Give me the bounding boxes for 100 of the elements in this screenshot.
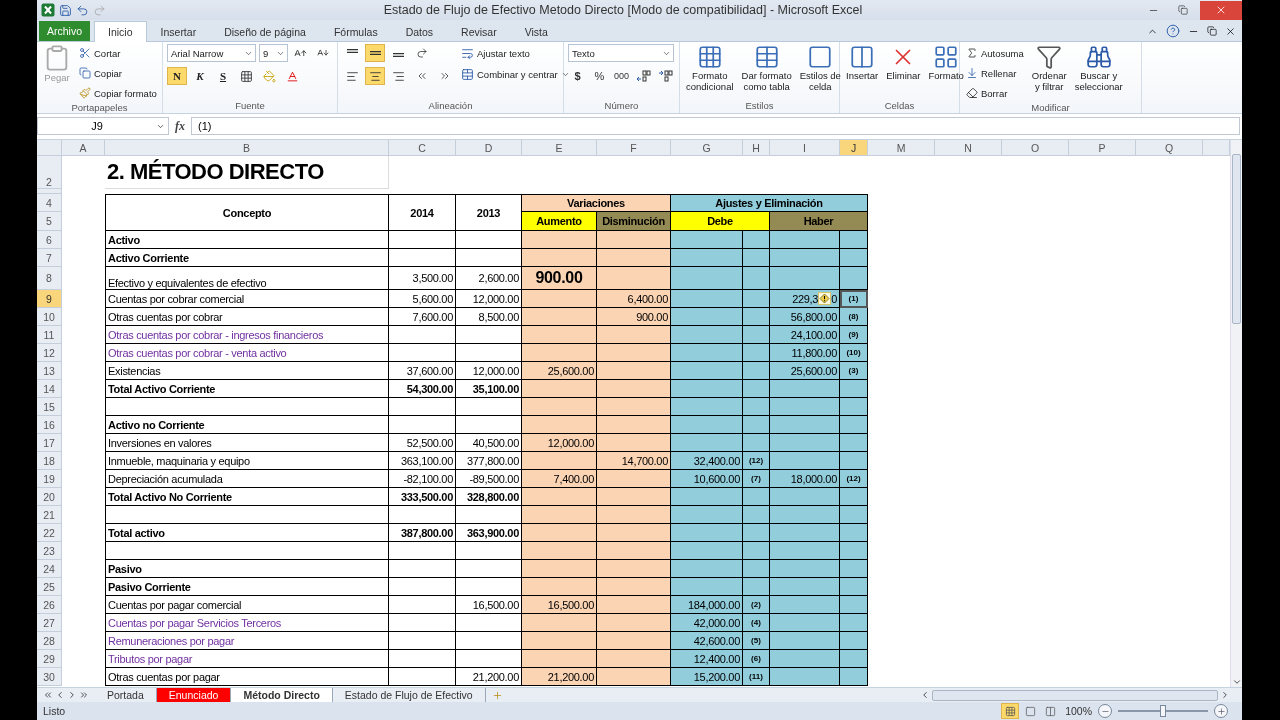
row-header[interactable]: 13 xyxy=(37,362,62,380)
close-button[interactable] xyxy=(1200,0,1242,20)
column-header[interactable]: I xyxy=(770,140,840,156)
row-header[interactable]: 5 xyxy=(37,212,62,231)
row-header[interactable]: 27 xyxy=(37,614,62,632)
ribbon-tab[interactable]: Datos xyxy=(391,21,448,42)
cells-button[interactable]: Eliminar xyxy=(884,44,923,100)
thousands-button[interactable]: 000 xyxy=(612,67,631,85)
row-header[interactable]: 17 xyxy=(37,434,62,452)
row-header[interactable]: 23 xyxy=(37,542,62,560)
copy-button[interactable]: Copiar xyxy=(77,64,159,82)
name-box[interactable]: J9 xyxy=(37,117,169,135)
row-header[interactable]: 6 xyxy=(37,231,62,249)
ribbon-tab[interactable]: Revisar xyxy=(447,21,511,42)
column-header[interactable]: B xyxy=(105,140,389,156)
table-cell: 387,800.00 xyxy=(389,524,456,542)
column-header[interactable]: C xyxy=(389,140,456,156)
zoom-slider-thumb[interactable] xyxy=(1160,705,1166,717)
column-header[interactable]: A xyxy=(62,140,105,156)
row-header[interactable]: 11 xyxy=(37,326,62,344)
warning-icon[interactable] xyxy=(818,292,832,305)
sheet-tab[interactable]: Enunciado xyxy=(156,687,232,702)
row-header[interactable]: 9 xyxy=(37,290,62,308)
function-label[interactable]: fx xyxy=(175,118,185,134)
font-name-field[interactable]: Arial Narrow xyxy=(167,44,257,62)
row-header[interactable]: 2 xyxy=(37,156,62,189)
table-header: 2013 xyxy=(456,194,522,231)
row-header[interactable]: 25 xyxy=(37,578,62,596)
horizontal-scrollbar[interactable] xyxy=(932,689,1218,701)
view-button[interactable] xyxy=(1001,703,1020,719)
sheet-tab[interactable]: Estado de Flujo de Efectivo xyxy=(332,687,486,702)
row-header[interactable]: 21 xyxy=(37,506,62,524)
row-header[interactable]: 18 xyxy=(37,452,62,470)
group-label: Celdas xyxy=(883,100,916,113)
scrollbar-thumb[interactable] xyxy=(1232,154,1241,324)
format-painter-button[interactable]: Copiar formato xyxy=(77,84,159,102)
formula-field[interactable]: (1) xyxy=(191,117,1240,135)
cells-button[interactable]: Formato xyxy=(926,44,966,100)
row-header[interactable]: 26 xyxy=(37,596,62,614)
table-cell: Pasivo xyxy=(105,560,389,578)
bold-button[interactable]: N xyxy=(167,67,187,85)
column-header[interactable]: F xyxy=(597,140,671,156)
zoom-out-button[interactable] xyxy=(1098,704,1112,718)
column-header[interactable]: M xyxy=(868,140,935,156)
row-header[interactable]: 7 xyxy=(37,249,62,267)
column-header[interactable]: G xyxy=(671,140,743,156)
zoom-in-button[interactable] xyxy=(1214,704,1228,718)
percent-button[interactable]: % xyxy=(590,67,609,85)
row-header[interactable]: 24 xyxy=(37,560,62,578)
table-cell: (12) xyxy=(743,452,770,470)
horizontal-align-button[interactable] xyxy=(365,67,385,85)
column-header[interactable]: D xyxy=(456,140,522,156)
clear-button[interactable]: Borrar xyxy=(964,84,1026,102)
row-header[interactable]: 22 xyxy=(37,524,62,542)
row-header[interactable]: 15 xyxy=(37,398,62,416)
column-header[interactable]: E xyxy=(522,140,597,156)
row-header[interactable]: 20 xyxy=(37,488,62,506)
ribbon-tab[interactable]: Insertar xyxy=(146,21,211,42)
row-header[interactable]: 30 xyxy=(37,668,62,686)
ribbon-tab[interactable]: Diseño de página xyxy=(210,21,320,42)
vertical-scrollbar[interactable] xyxy=(1230,140,1242,687)
italic-button[interactable]: K xyxy=(190,67,210,85)
sheet-tab[interactable]: Método Directo xyxy=(231,687,333,702)
styles-button[interactable]: Formato condicional xyxy=(684,44,736,100)
align-icon xyxy=(368,69,382,83)
row-header[interactable]: 10 xyxy=(37,308,62,326)
column-header[interactable]: N xyxy=(935,140,1002,156)
column-header[interactable]: J xyxy=(840,140,868,156)
cells-button[interactable]: Insertar xyxy=(844,44,881,100)
cut-button[interactable]: Cortar xyxy=(77,44,159,62)
fill-button[interactable]: Rellenar xyxy=(964,64,1026,82)
row-header[interactable]: 12 xyxy=(37,344,62,362)
increase-decimal-button[interactable] xyxy=(634,67,653,85)
underline-button[interactable]: S xyxy=(213,67,233,85)
sort-filter-button[interactable]: Ordenar y filtrar xyxy=(1029,44,1069,102)
row-header[interactable]: 29 xyxy=(37,650,62,668)
font-size-field[interactable]: 9 xyxy=(259,44,289,62)
autosum-button[interactable]: Autosuma xyxy=(964,44,1026,62)
column-header[interactable]: O xyxy=(1002,140,1069,156)
row-header[interactable]: 4 xyxy=(37,194,62,212)
ribbon-tab[interactable]: Vista xyxy=(510,21,562,42)
zoom-level[interactable]: 100% xyxy=(1065,705,1092,717)
ribbon-tab[interactable]: Inicio xyxy=(94,21,147,42)
file-tab[interactable]: Archivo xyxy=(39,21,90,41)
styles-button[interactable]: Dar formato como tabla xyxy=(739,44,794,100)
row-header[interactable]: 8 xyxy=(37,267,62,290)
row-header[interactable]: 14 xyxy=(37,380,62,398)
ribbon-tab[interactable]: Fórmulas xyxy=(319,21,392,42)
column-header[interactable]: Q xyxy=(1136,140,1203,156)
column-header[interactable]: H xyxy=(743,140,770,156)
vertical-align-button[interactable] xyxy=(365,44,385,62)
row-header[interactable]: 16 xyxy=(37,416,62,434)
number-format-field[interactable]: Texto xyxy=(568,44,674,62)
sheet-tab[interactable]: Portada xyxy=(95,687,157,702)
column-header[interactable]: P xyxy=(1069,140,1136,156)
styles-button[interactable]: Estilos de celda xyxy=(797,44,843,100)
row-header[interactable]: 19 xyxy=(37,470,62,488)
find-select-button[interactable]: Buscar y seleccionar xyxy=(1072,44,1125,102)
row-header[interactable]: 28 xyxy=(37,632,62,650)
decrease-decimal-button[interactable] xyxy=(656,67,675,85)
